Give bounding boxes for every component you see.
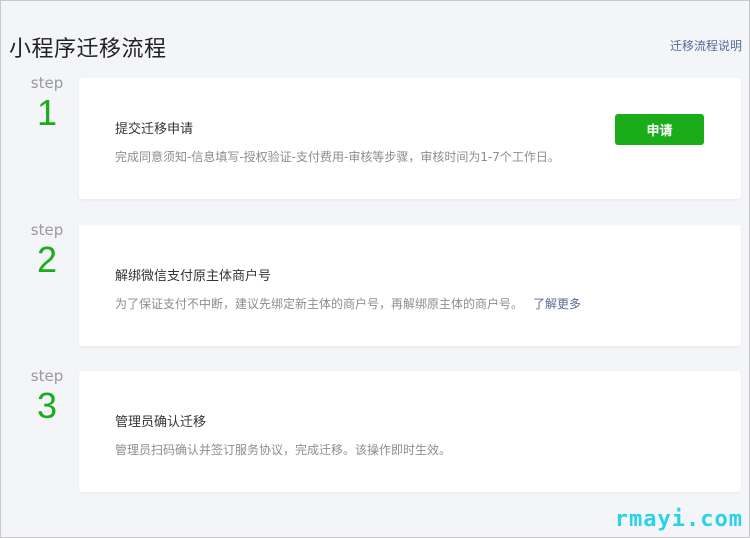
step-1-description: 完成同意须知-信息填写-授权验证-支付费用-审核等步骤，审核时间为1-7个工作日… [115, 150, 560, 164]
learn-more-link[interactable]: 了解更多 [533, 297, 581, 311]
step-1-title: 提交迁移申请 [115, 122, 194, 137]
step-3-card: 管理员确认迁移 管理员扫码确认并签订服务协议，完成迁移。该操作即时生效。 [79, 371, 741, 492]
step-2-description: 为了保证支付不中断，建议先绑定新主体的商户号，再解绑原主体的商户号。 [115, 297, 524, 311]
step-1-number: 1 [36, 92, 58, 133]
step-3-title: 管理员确认迁移 [115, 415, 207, 430]
header: 小程序迁移流程 迁移流程说明 [1, 1, 750, 69]
watermark: rmayi.com [614, 507, 743, 532]
migration-help-link[interactable]: 迁移流程说明 [670, 37, 742, 54]
apply-button[interactable]: 申请 [615, 114, 704, 145]
step-2-card: 解绑微信支付原主体商户号 为了保证支付不中断，建议先绑定新主体的商户号，再解绑原… [79, 225, 741, 346]
step-1-label: step [30, 74, 64, 92]
page-title: 小程序迁移流程 [9, 37, 167, 62]
step-2-label: step [30, 221, 64, 239]
step-3-description: 管理员扫码确认并签订服务协议，完成迁移。该操作即时生效。 [115, 443, 452, 457]
step-2-number: 2 [36, 239, 58, 280]
step-3-label: step [30, 367, 64, 385]
step-1-card: 提交迁移申请 完成同意须知-信息填写-授权验证-支付费用-审核等步骤，审核时间为… [79, 78, 741, 199]
step-2-title: 解绑微信支付原主体商户号 [115, 269, 272, 284]
step-3-number: 3 [36, 385, 58, 426]
page-frame: 小程序迁移流程 迁移流程说明 step 1 提交迁移申请 完成同意须知-信息填写… [0, 0, 750, 538]
step-2-description-row: 为了保证支付不中断，建议先绑定新主体的商户号，再解绑原主体的商户号。 了解更多 [115, 295, 581, 312]
